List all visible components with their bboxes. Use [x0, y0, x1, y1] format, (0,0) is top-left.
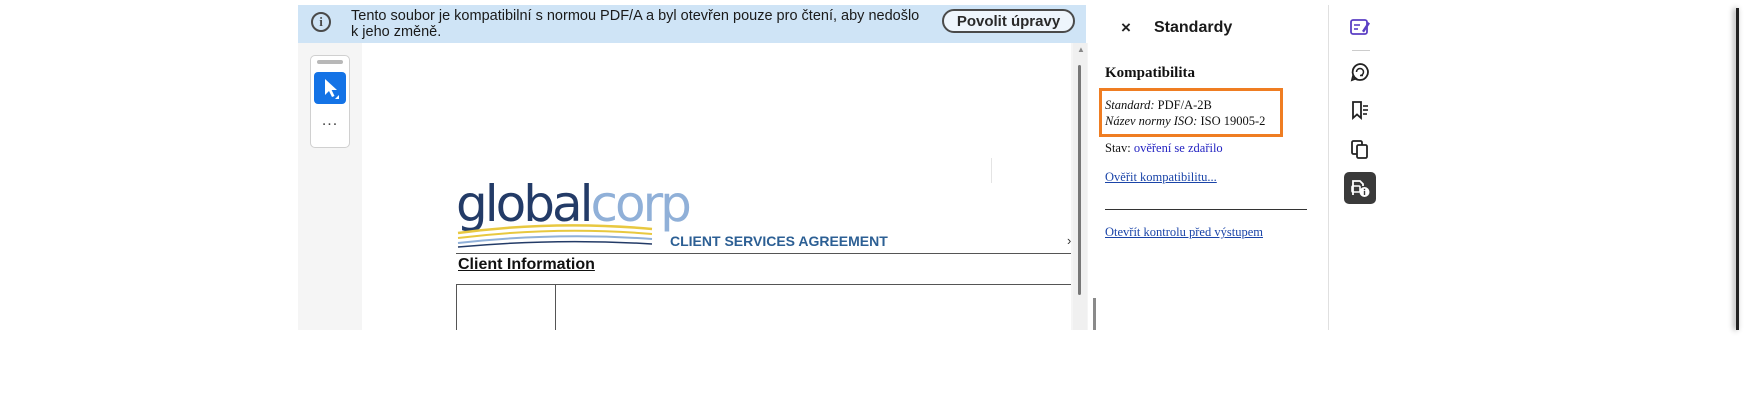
- comment-icon[interactable]: [1344, 56, 1376, 88]
- header-rule: [456, 253, 1071, 254]
- readonly-banner: i Tento soubor je kompatibilní s normou …: [298, 5, 1086, 43]
- status-value: ověření se zdařilo: [1133, 141, 1223, 155]
- panel-scroll-indicator[interactable]: [1093, 298, 1096, 330]
- compatibility-heading: Kompatibilita: [1105, 65, 1196, 81]
- panel-title: Standardy: [1154, 19, 1233, 36]
- info-icon: i: [311, 12, 331, 32]
- enable-editing-button[interactable]: Povolit úpravy: [942, 9, 1075, 33]
- standard-row: Standard: PDF/A-2B: [1105, 98, 1212, 113]
- iso-row: Název normy ISO: ISO 19005-2: [1105, 114, 1265, 129]
- logo-swoosh: [457, 224, 653, 248]
- edit-pdf-icon[interactable]: [1344, 11, 1376, 43]
- scrollbar-thumb[interactable]: [1078, 65, 1081, 295]
- right-tool-rail: [1329, 0, 1379, 330]
- acrobat-window: i Tento soubor je kompatibilní s normou …: [298, 0, 1739, 330]
- table-cell: [456, 284, 556, 330]
- iso-value: ISO 19005-2: [1200, 114, 1266, 128]
- copy-pages-icon[interactable]: [1344, 133, 1376, 165]
- standard-label: Standard:: [1105, 98, 1155, 112]
- status-label: Stav:: [1105, 141, 1131, 155]
- bookmarks-icon[interactable]: [1344, 94, 1376, 126]
- agreement-title: CLIENT SERVICES AGREEMENT: [670, 233, 888, 249]
- status-row: Stav: ověření se zdařilo: [1105, 141, 1223, 156]
- clipped-text-mark: ›: [1067, 233, 1072, 248]
- client-information-heading: Client Information: [458, 256, 595, 273]
- open-preflight-link[interactable]: Otevřít kontrolu před výstupem: [1105, 225, 1263, 240]
- standard-value: PDF/A-2B: [1157, 98, 1212, 112]
- rail-divider: [1352, 50, 1370, 51]
- scroll-up-icon[interactable]: ▲: [1077, 45, 1085, 54]
- verify-compatibility-link[interactable]: Ověřit kompatibilitu...: [1105, 170, 1217, 185]
- banner-message: Tento soubor je kompatibilní s normou PD…: [351, 8, 920, 40]
- iso-label: Název normy ISO:: [1105, 114, 1198, 128]
- select-tool-button[interactable]: [314, 72, 346, 104]
- close-panel-icon[interactable]: ×: [1121, 18, 1131, 38]
- globalcorp-logo: globalcorp: [456, 176, 692, 251]
- quick-tools-strip: ...: [310, 55, 350, 148]
- more-tools-button[interactable]: ...: [311, 112, 349, 130]
- pdf-page: globalcorp CLIENT SERVICES AGREEMENT › C…: [362, 43, 1071, 330]
- drag-handle[interactable]: [317, 60, 343, 64]
- document-viewer: ... globalcorp CLIENT SERVICES AGREEMENT…: [298, 43, 1088, 330]
- panel-divider: [1105, 209, 1307, 210]
- cursor-arrow-icon: [325, 79, 339, 99]
- standards-icon[interactable]: [1344, 172, 1376, 204]
- window-edge: [1736, 8, 1739, 330]
- page-mark: [991, 158, 992, 183]
